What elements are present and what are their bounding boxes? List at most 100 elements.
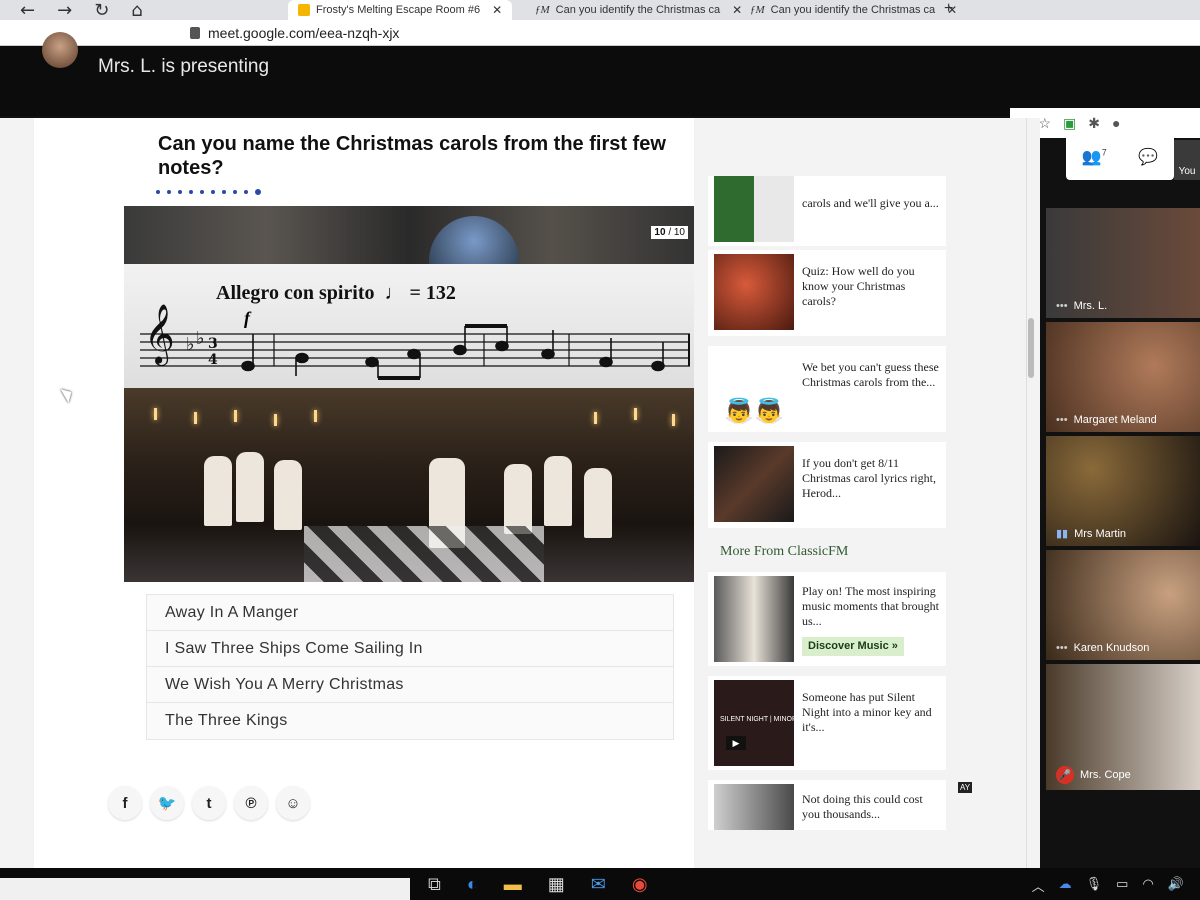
share-bar: f 🐦 t ℗ ☺ xyxy=(108,786,310,820)
candle xyxy=(672,414,675,426)
sheet-music: Allegro con spirito ♩ = 132 f 𝄞 ♭ ♭ 3 4 xyxy=(124,264,694,388)
home-icon[interactable]: ⌂ xyxy=(131,0,142,21)
answer-option[interactable]: The Three Kings xyxy=(147,703,673,739)
scrollbar-thumb[interactable] xyxy=(1028,318,1034,378)
tab-escape-room[interactable]: Frosty's Melting Escape Room #6 ✕ xyxy=(288,0,513,20)
task-view-icon[interactable]: ⧉ xyxy=(428,874,441,895)
wifi-icon[interactable]: ◠ xyxy=(1142,876,1153,895)
more-card[interactable]: Not doing this could cost you thousands.… xyxy=(708,780,946,830)
tumblr-icon[interactable]: t xyxy=(192,786,226,820)
related-card-thumbnail xyxy=(714,254,794,330)
answer-list: Away In A Manger I Saw Three Ships Come … xyxy=(146,594,674,740)
related-card[interactable]: If you don't get 8/11 Christmas carol ly… xyxy=(708,442,946,528)
chapel-ceiling xyxy=(124,206,694,266)
related-card[interactable]: 👼👼 We bet you can't guess these Christma… xyxy=(708,346,946,432)
related-card-title: Quiz: How well do you know your Christma… xyxy=(802,264,915,308)
quiz-card: Can you name the Christmas carols from t… xyxy=(34,118,694,868)
speaking-icon: ▮▮ xyxy=(1056,528,1069,540)
quiz-title: Can you name the Christmas carols from t… xyxy=(158,133,666,179)
tab-favicon-icon xyxy=(298,4,310,16)
taskbar-apps: ⧉ ◐ ▬ ▦ ✉ ◉ xyxy=(428,874,648,895)
more-options-icon[interactable]: ••• xyxy=(1056,414,1068,426)
progress-dot xyxy=(200,190,204,194)
more-card-title: Someone has put Silent Night into a mino… xyxy=(802,690,932,734)
close-icon[interactable]: ✕ xyxy=(492,3,502,17)
reload-icon[interactable]: ↻ xyxy=(94,0,109,21)
participant-tile[interactable]: 🎤 Mrs. Cope xyxy=(1046,664,1200,790)
participant-tile[interactable]: ••• Mrs. L. xyxy=(1046,208,1200,318)
more-card-title: Play on! The most inspiring music moment… xyxy=(802,584,942,656)
progress-dot xyxy=(178,190,182,194)
puzzle-icon[interactable]: ✱ xyxy=(1088,115,1100,132)
participant-tile[interactable]: ••• Margaret Meland xyxy=(1046,322,1200,432)
onedrive-icon[interactable]: ☁ xyxy=(1059,876,1072,895)
candle xyxy=(634,408,637,420)
discover-music-button[interactable]: Discover Music » xyxy=(802,637,904,656)
chat-icon[interactable]: 💬 xyxy=(1138,147,1158,167)
play-icon[interactable]: ▶ xyxy=(726,736,746,750)
tab-classicfm-2[interactable]: ƒM Can you identify the Christmas ca ✕ xyxy=(740,0,967,20)
progress-dot xyxy=(189,190,193,194)
chrome-icon[interactable]: ◉ xyxy=(632,874,648,895)
answer-option[interactable]: Away In A Manger xyxy=(147,595,673,631)
tab-classicfm-1[interactable]: ƒM Can you identify the Christmas ca ✕ xyxy=(525,0,752,20)
more-card-thumbnail xyxy=(714,784,794,830)
progress-dots xyxy=(156,189,261,195)
more-options-icon[interactable]: ••• xyxy=(1056,300,1068,312)
file-explorer-icon[interactable]: ▬ xyxy=(504,874,522,895)
self-tile: You xyxy=(1174,140,1200,180)
choir-photo xyxy=(124,388,694,582)
candle xyxy=(274,414,277,426)
taskbar-search[interactable] xyxy=(0,878,410,900)
presenter-avatar xyxy=(42,32,78,68)
more-card[interactable]: Play on! The most inspiring music moment… xyxy=(708,572,946,666)
progress-dot xyxy=(233,190,237,194)
progress-dot xyxy=(156,190,160,194)
battery-icon[interactable]: ▭ xyxy=(1116,876,1128,895)
reddit-icon[interactable]: ☺ xyxy=(276,786,310,820)
scroll-track xyxy=(1026,118,1027,868)
url-text[interactable]: meet.google.com/eea-nzqh-xjx xyxy=(208,25,399,41)
chevron-up-icon[interactable]: ︿ xyxy=(1032,876,1045,895)
forward-icon[interactable]: → xyxy=(57,0,72,21)
related-card[interactable]: carols and we'll give you a... xyxy=(708,176,946,246)
chorister xyxy=(204,456,232,526)
participant-tile[interactable]: ••• Karen Knudson xyxy=(1046,550,1200,660)
participant-tile[interactable]: ▮▮ Mrs Martin xyxy=(1046,436,1200,546)
address-bar[interactable]: meet.google.com/eea-nzqh-xjx xyxy=(0,20,1200,46)
progress-dot xyxy=(244,190,248,194)
candle xyxy=(154,408,157,420)
store-icon[interactable]: ▦ xyxy=(548,874,565,895)
new-tab-icon[interactable]: + xyxy=(944,0,953,18)
microphone-icon[interactable]: 🎙 xyxy=(1086,876,1103,895)
more-card[interactable]: SILENT NIGHT | MINOR KEY ▶ Someone has p… xyxy=(708,676,946,770)
more-options-icon[interactable]: ••• xyxy=(1056,642,1068,654)
chorister xyxy=(504,464,532,534)
profile-icon[interactable]: ● xyxy=(1112,115,1120,131)
candle xyxy=(314,410,317,422)
volume-icon[interactable]: 🔊 xyxy=(1168,876,1184,895)
meet-panel-buttons: 👥7 💬 xyxy=(1066,134,1174,180)
mail-icon[interactable]: ✉ xyxy=(591,874,606,895)
twitter-icon[interactable]: 🐦 xyxy=(150,786,184,820)
quiz-image: 10 / 10 Allegro con spirito ♩ = 132 f 𝄞 xyxy=(124,206,694,582)
back-icon[interactable]: ← xyxy=(20,0,35,21)
checkered-floor xyxy=(304,526,544,582)
extension-icon[interactable]: ▣ xyxy=(1063,115,1076,132)
taskbar: ⧉ ◐ ▬ ▦ ✉ ◉ ︿ ☁ 🎙 ▭ ◠ 🔊 xyxy=(0,868,1200,900)
related-card[interactable]: Quiz: How well do you know your Christma… xyxy=(708,250,946,336)
facebook-icon[interactable]: f xyxy=(108,786,142,820)
edge-icon[interactable]: ◐ xyxy=(467,874,478,895)
star-icon[interactable]: ☆ xyxy=(1038,115,1051,132)
angel-emoji-icon: 👼👼 xyxy=(724,398,784,425)
participants-icon[interactable]: 👥7 xyxy=(1082,147,1107,167)
answer-option[interactable]: I Saw Three Ships Come Sailing In xyxy=(147,631,673,667)
mic-off-icon: 🎤 xyxy=(1056,766,1074,784)
lock-icon xyxy=(190,27,200,39)
presenting-status: Mrs. L. is presenting xyxy=(98,56,270,77)
music-staff: ♭ ♭ 3 4 xyxy=(140,324,690,380)
answer-option[interactable]: We Wish You A Merry Christmas xyxy=(147,667,673,703)
pinterest-icon[interactable]: ℗ xyxy=(234,786,268,820)
system-tray: ︿ ☁ 🎙 ▭ ◠ 🔊 xyxy=(1032,876,1184,895)
browser-nav: ← → ↻ ⌂ xyxy=(20,0,143,21)
